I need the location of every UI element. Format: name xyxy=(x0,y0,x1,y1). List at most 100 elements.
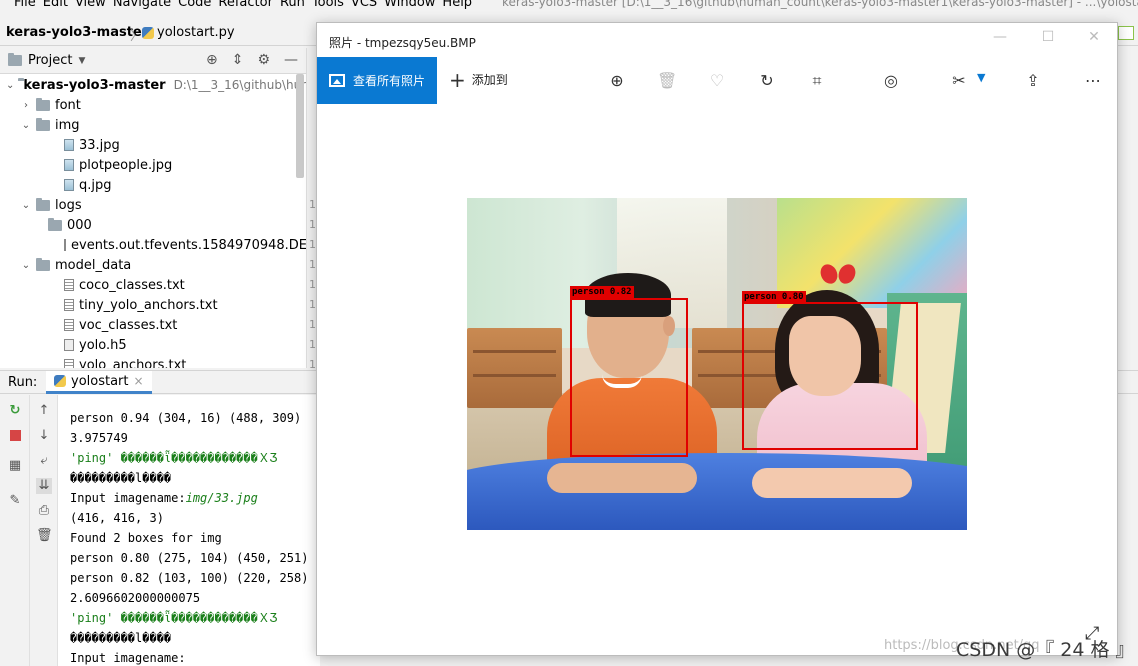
soft-wrap-icon[interactable]: ⤶ xyxy=(36,453,52,469)
tree-item[interactable]: events.out.tfevents.1584970948.DESKT( xyxy=(0,235,306,255)
folder-icon xyxy=(36,97,50,111)
tree-item-label: logs xyxy=(55,197,82,213)
maximize-icon[interactable]: ☐ xyxy=(1033,29,1063,45)
menu-item-file[interactable]: File xyxy=(14,0,43,10)
tree-item[interactable]: q.jpg xyxy=(0,175,306,195)
stop-icon[interactable] xyxy=(10,430,21,441)
close-window-icon[interactable]: ✕ xyxy=(1079,29,1109,45)
tree-scrollbar[interactable] xyxy=(296,74,304,178)
menu-item-navigate[interactable]: Navigate xyxy=(113,0,178,10)
chevron-right-icon[interactable]: › xyxy=(20,100,32,111)
tree-item[interactable]: 000 xyxy=(0,215,306,235)
edit-icon[interactable]: ✂ xyxy=(949,71,969,91)
console-output[interactable]: person 0.94 (304, 16) (488, 309) 3.975749… xyxy=(58,395,320,666)
crop-icon[interactable]: ⌗ xyxy=(807,71,827,91)
detection-label: person 0.82 xyxy=(570,286,634,298)
chevron-down-icon[interactable]: ⌄ xyxy=(20,120,32,131)
menu-item-refactor[interactable]: Refactor xyxy=(218,0,280,10)
console-line: 'ping' ������ῗ������������ＸӠ xyxy=(70,611,278,625)
menu-item-edit[interactable]: Edit xyxy=(43,0,75,10)
hide-icon[interactable]: — xyxy=(284,52,298,68)
console-line: person 0.82 (103, 100) (220, 258) xyxy=(70,571,309,585)
scroll-to-end-icon[interactable]: ⇊ xyxy=(36,478,52,494)
tab-yolostart[interactable]: yolostart × xyxy=(46,371,152,394)
project-view-selector[interactable]: Project ▼ xyxy=(8,53,85,68)
tree-item[interactable]: ⌄ model_data xyxy=(0,255,306,275)
view-all-photos-button[interactable]: 查看所有照片 xyxy=(317,57,437,104)
photos-window: 照片 - tmpezsqy5eu.BMP — ☐ ✕ 查看所有照片 + 添加到 … xyxy=(316,22,1118,656)
chevron-down-icon[interactable]: ⌄ xyxy=(20,200,32,211)
tree-item-root[interactable]: ⌄ keras-yolo3-master D:\1__3_16\github\h… xyxy=(0,75,306,95)
tree-item[interactable]: › font xyxy=(0,95,306,115)
tree-item-label: yolo.h5 xyxy=(79,337,127,353)
menu-item-window[interactable]: Window xyxy=(384,0,442,10)
chevron-down-icon[interactable]: ▼ xyxy=(977,71,985,84)
collapse-icon[interactable]: ⇕ xyxy=(232,52,244,68)
rerun-icon[interactable]: ↻ xyxy=(7,403,23,419)
gutter-line-number: 1 xyxy=(309,258,316,271)
photo-boy-arms xyxy=(547,463,697,493)
menu-item-vcs[interactable]: VCS xyxy=(351,0,384,10)
file-icon xyxy=(64,339,74,351)
menu-item-view[interactable]: View xyxy=(75,0,113,10)
arrow-up-icon[interactable]: ↑ xyxy=(36,403,52,419)
print-icon[interactable]: ⎙ xyxy=(36,503,52,519)
rotate-icon[interactable]: ↻ xyxy=(757,71,777,91)
tree-item-label: events.out.tfevents.1584970948.DESKT( xyxy=(71,237,306,253)
tree-item[interactable]: coco_classes.txt xyxy=(0,275,306,295)
menu-item-tools[interactable]: Tools xyxy=(312,0,351,10)
displayed-photo[interactable]: person 0.82 person 0.80 xyxy=(467,198,967,530)
python-file-icon xyxy=(54,375,66,387)
pin-icon[interactable]: ✎ xyxy=(7,493,23,509)
delete-icon[interactable]: 🗑 xyxy=(657,71,677,91)
chevron-down-icon[interactable]: ⌄ xyxy=(20,260,32,271)
project-panel-actions: ⊕ ⇕ ⚙ — xyxy=(206,52,298,68)
close-icon[interactable]: × xyxy=(134,374,144,388)
breadcrumb-file[interactable]: yolostart.py xyxy=(142,25,235,40)
enhance-icon[interactable]: ◎ xyxy=(881,71,901,91)
tree-item[interactable]: 33.jpg xyxy=(0,135,306,155)
tree-item-label: q.jpg xyxy=(79,177,112,193)
more-icon[interactable]: ⋯ xyxy=(1083,71,1103,91)
folder-icon xyxy=(36,257,50,271)
menu-item-run[interactable]: Run xyxy=(280,0,312,10)
tree-item-label: voc_classes.txt xyxy=(79,317,178,333)
tree-item[interactable]: tiny_yolo_anchors.txt xyxy=(0,295,306,315)
zoom-icon[interactable]: ⊕ xyxy=(607,71,627,91)
locate-icon[interactable]: ⊕ xyxy=(206,52,218,68)
menu-item-code[interactable]: Code xyxy=(178,0,218,10)
chevron-down-icon[interactable]: ⌄ xyxy=(6,80,14,91)
share-icon[interactable]: ⇪ xyxy=(1023,71,1043,91)
favorite-icon[interactable]: ♡ xyxy=(707,71,727,91)
breadcrumb-file-label: yolostart.py xyxy=(157,25,235,40)
arrow-down-icon[interactable]: ↓ xyxy=(36,428,52,444)
console-line: 2.6096602000000075 xyxy=(70,591,201,605)
tree-item[interactable]: yolo.h5 xyxy=(0,335,306,355)
folder-icon xyxy=(36,197,50,211)
chevron-down-icon: ▼ xyxy=(78,55,86,66)
image-file-icon xyxy=(64,179,74,191)
file-icon xyxy=(64,239,66,251)
status-indicator-icon[interactable] xyxy=(1118,26,1134,40)
minimize-icon[interactable]: — xyxy=(985,29,1015,45)
layout-icon[interactable]: ▦ xyxy=(7,458,23,474)
tree-item[interactable]: yolo_anchors.txt xyxy=(0,355,306,368)
folder-icon xyxy=(36,117,50,131)
trash-icon[interactable]: 🗑 xyxy=(36,528,53,544)
folder-icon xyxy=(8,53,22,66)
tree-item[interactable]: ⌄ img xyxy=(0,115,306,135)
tree-item[interactable]: voc_classes.txt xyxy=(0,315,306,335)
gutter-line-number: 1 xyxy=(309,338,316,351)
menu-list: File Edit View Navigate Code Refactor Run Tools… xyxy=(14,0,479,10)
gear-icon[interactable]: ⚙ xyxy=(257,52,270,68)
menu-bar: File Edit View Navigate Code Refactor Run Tools… xyxy=(0,0,1138,12)
console-line: person 0.80 (275, 104) (450, 251) xyxy=(70,551,309,565)
breadcrumb-project[interactable]: keras-yolo3-master xyxy=(6,25,148,40)
tree-item-label: yolo_anchors.txt xyxy=(79,357,187,369)
text-file-icon xyxy=(64,319,74,331)
picture-icon xyxy=(328,74,345,87)
add-to-button[interactable]: + 添加到 xyxy=(449,70,508,90)
tree-item[interactable]: plotpeople.jpg xyxy=(0,155,306,175)
menu-item-help[interactable]: Help xyxy=(442,0,479,10)
tree-item[interactable]: ⌄ logs xyxy=(0,195,306,215)
